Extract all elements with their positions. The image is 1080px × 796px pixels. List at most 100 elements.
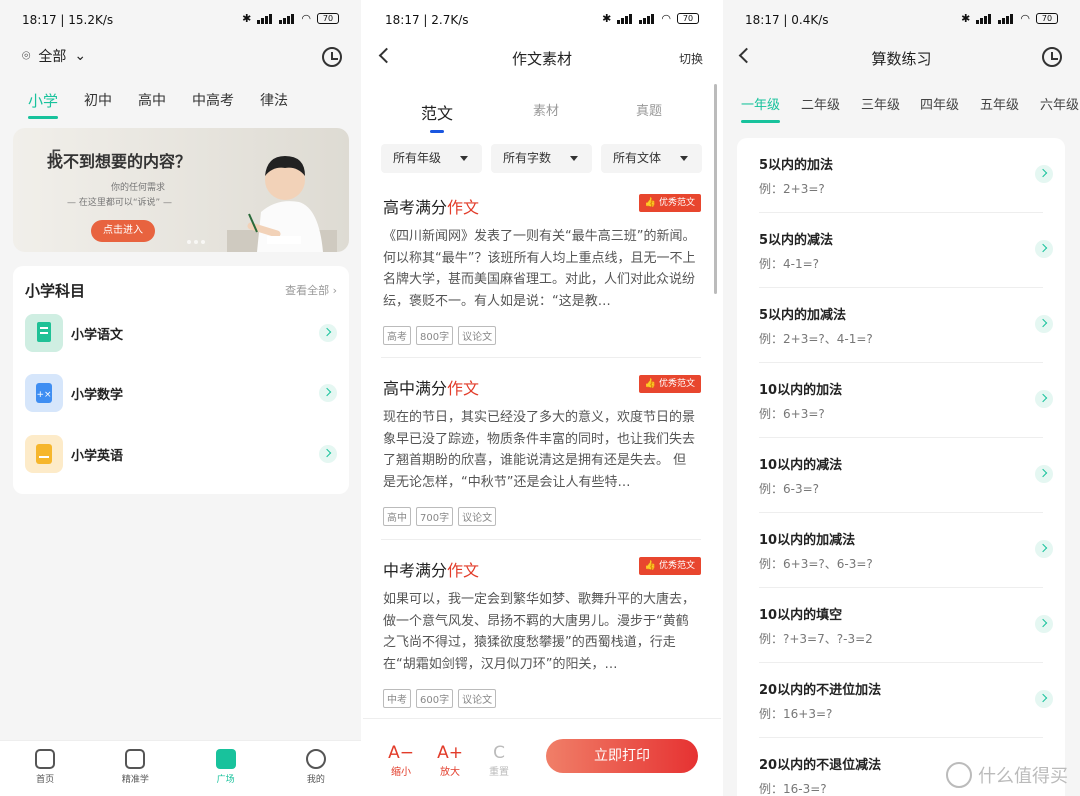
banner-enter-button[interactable]: 点击进入 <box>91 220 155 242</box>
tab-grade-4[interactable]: 四年级 <box>920 94 959 113</box>
shrink-font-button[interactable]: A− 缩小 <box>383 743 419 778</box>
tag: 800字 <box>416 326 454 345</box>
exercise-title: 10以内的加法 <box>759 383 843 398</box>
chevron-right-icon <box>1035 390 1053 408</box>
exercise-item[interactable]: 10以内的填空例：?+3=7、?-3=2 <box>759 588 1053 663</box>
enlarge-font-button[interactable]: A+ 放大 <box>432 743 468 778</box>
wifi-icon: ◠ <box>1020 12 1030 25</box>
status-icons: ✱ ◠ 70 <box>961 12 1058 25</box>
watermark: 什么值得买 <box>946 762 1068 788</box>
article-card[interactable]: 中考满分作文 👍 优秀范文 如果可以，我一定会到繁华如梦、歌舞升平的大唐去，做一… <box>381 557 701 725</box>
excellent-badge: 👍 优秀范文 <box>638 194 701 212</box>
font-decrease-icon: A− <box>388 743 414 763</box>
scrollbar[interactable] <box>714 84 717 294</box>
status-icons: ✱ ◠ 70 <box>242 12 339 25</box>
bluetooth-icon: ✱ <box>242 12 252 25</box>
article-card[interactable]: 高考满分作文 👍 优秀范文 《四川新闻网》发表了一则有关“最牛高三班”的新闻。何… <box>381 194 701 362</box>
exercise-item[interactable]: 10以内的加法 例：6+3=? <box>759 363 1053 438</box>
status-bar: 18:17 | 2.7K/s ✱ ◠ 70 <box>363 0 721 40</box>
tab-model-essay[interactable]: 范文 <box>421 100 453 133</box>
signal-icon-2 <box>279 13 295 24</box>
tab-grade-2[interactable]: 二年级 <box>801 94 840 113</box>
nav-learn[interactable]: 精准学 <box>90 741 180 796</box>
subject-item-english[interactable]: 小学英语 <box>25 435 337 475</box>
chevron-right-icon <box>1035 165 1053 183</box>
exercise-title: 10以内的减法 <box>759 458 843 473</box>
calculator-icon: +× <box>25 374 63 412</box>
exercise-title: 10以内的填空 <box>759 608 843 623</box>
tag: 600字 <box>416 689 454 708</box>
graduation-cap-icon <box>125 749 146 769</box>
nav-square[interactable]: 广场 <box>181 741 271 796</box>
tab-primary[interactable]: 小学 <box>28 90 59 119</box>
article-excerpt: 如果可以，我一定会到繁华如梦、歌舞升平的大唐去，做一个意气风发、昂扬不羁的大唐男… <box>383 592 696 672</box>
filter-bar: 所有年级 所有字数 所有文体 <box>381 144 702 173</box>
switch-button[interactable]: 切换 <box>679 50 703 67</box>
section-title: 小学科目 <box>25 282 86 300</box>
exercise-example: 例：6+3=?、6-3=? <box>759 557 873 571</box>
exercise-item[interactable]: 5以内的减法 例：4-1=? <box>759 213 1053 288</box>
exercise-title: 20以内的不退位减法 <box>759 758 882 773</box>
battery-icon: 70 <box>317 13 339 24</box>
article-tags: 高考 800字 议论文 <box>383 326 497 345</box>
user-icon <box>305 749 326 769</box>
chevron-right-icon <box>319 324 337 342</box>
subject-item-chinese[interactable]: 小学语文 <box>25 314 337 354</box>
word-count-filter[interactable]: 所有字数 <box>491 144 592 173</box>
banner-line2: — 在这里都可以“诉说” — <box>67 198 173 208</box>
tab-real-exam[interactable]: 真题 <box>636 100 662 119</box>
history-clock-icon[interactable] <box>1042 47 1062 67</box>
nav-home[interactable]: 首页 <box>0 741 90 796</box>
tab-grade-6[interactable]: 六年级 <box>1040 94 1079 113</box>
promo-banner[interactable]: 「 找不到想要的内容？ 你的任何需求 — 在这里都可以“诉说” — 点击进入 <box>13 128 349 252</box>
print-toolbar: A− 缩小 A+ 放大 C 重置 立即打印 <box>363 718 721 796</box>
tab-grade-1[interactable]: 一年级 <box>741 94 781 123</box>
home-screen: 18:17 | 15.2K/s ✱ ◠ 70 ⌾ 全部 ⌄ 小学 初中 高中 中… <box>0 0 361 796</box>
bottom-nav: 首页 精准学 广场 我的 <box>0 740 361 796</box>
tab-grade-5[interactable]: 五年级 <box>980 94 1019 113</box>
exercise-item[interactable]: 5以内的加减法例：2+3=?、4-1=? <box>759 288 1053 363</box>
tab-grade-3[interactable]: 三年级 <box>861 94 900 113</box>
genre-filter[interactable]: 所有文体 <box>601 144 702 173</box>
chevron-right-icon <box>1035 315 1053 333</box>
battery-icon: 70 <box>677 13 699 24</box>
signal-icon-2 <box>998 13 1014 24</box>
reset-button[interactable]: C 重置 <box>481 743 517 778</box>
history-clock-icon[interactable] <box>322 47 342 67</box>
exercise-item[interactable]: 10以内的加减法 例：6+3=?、6-3=? <box>759 513 1053 588</box>
excellent-badge: 👍 优秀范文 <box>638 375 701 393</box>
signal-icon <box>257 13 273 24</box>
tab-material[interactable]: 素材 <box>533 100 559 119</box>
exercise-title: 5以内的加减法 <box>759 308 847 323</box>
print-now-button[interactable]: 立即打印 <box>546 739 698 773</box>
article-title: 中考满分作文 <box>383 561 480 580</box>
location-pin-icon: ⌾ <box>22 48 31 64</box>
view-all-link[interactable]: 查看全部 › <box>285 282 337 298</box>
article-tags: 高中 700字 议论文 <box>383 507 497 526</box>
tab-junior[interactable]: 初中 <box>84 90 112 111</box>
tab-law[interactable]: 律法 <box>260 90 288 111</box>
tab-exam[interactable]: 中高考 <box>192 90 234 111</box>
article-title: 高中满分作文 <box>383 379 480 398</box>
bluetooth-icon: ✱ <box>961 12 971 25</box>
signal-icon <box>976 13 992 24</box>
grade-filter[interactable]: 所有年级 <box>381 144 482 173</box>
subject-item-math[interactable]: +× 小学数学 <box>25 374 337 414</box>
essay-materials-screen: 18:17 | 2.7K/s ✱ ◠ 70 作文素材 切换 范文 素材 真题 所… <box>361 0 721 796</box>
exercise-example: 例：?+3=7、?-3=2 <box>759 632 873 646</box>
exercise-item[interactable]: 10以内的减法 例：6-3=? <box>759 438 1053 513</box>
home-icon <box>35 749 56 769</box>
exercise-item[interactable]: 5以内的加法 例：2+3=? <box>759 138 1053 213</box>
chevron-right-icon <box>1035 615 1053 633</box>
exercise-example: 例：2+3=?、4-1=? <box>759 332 873 346</box>
article-tags: 中考 600字 议论文 <box>383 689 497 708</box>
nav-me[interactable]: 我的 <box>271 741 361 796</box>
exercise-example: 例：6+3=? <box>759 407 825 421</box>
tab-senior[interactable]: 高中 <box>138 90 166 111</box>
article-card[interactable]: 高中满分作文 👍 优秀范文 现在的节日，其实已经没了多大的意义，欢度节日的景象早… <box>381 375 701 543</box>
location-selector[interactable]: ⌾ 全部 ⌄ <box>22 46 86 66</box>
exercise-item[interactable]: 20以内的不进位加法 例：16+3=? <box>759 663 1053 738</box>
tag: 议论文 <box>458 689 497 708</box>
subject-name: 小学英语 <box>71 449 124 464</box>
signal-icon-2 <box>639 13 655 24</box>
